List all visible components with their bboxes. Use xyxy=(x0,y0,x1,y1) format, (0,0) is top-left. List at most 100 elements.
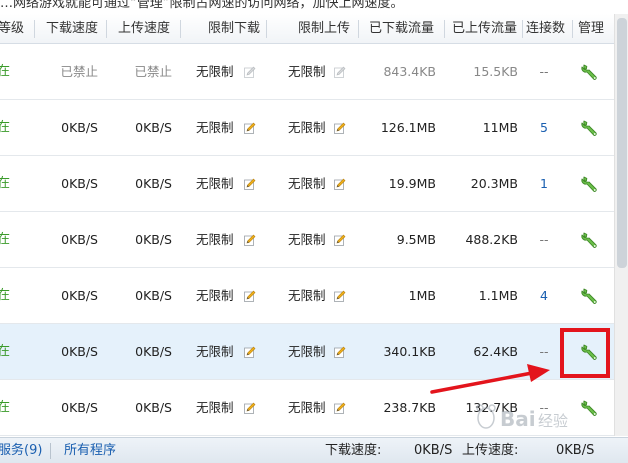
status-footer: 服务(9) 所有程序 下载速度: 0KB/S 上传速度: 0KB/S xyxy=(0,437,628,463)
connection-count: -- xyxy=(539,344,549,359)
uploaded-traffic: 488.2KB xyxy=(465,232,518,247)
upload-speed: 0KB/S xyxy=(135,288,172,303)
upload-limit: 无限制 xyxy=(288,288,326,303)
wrench-icon[interactable] xyxy=(580,62,600,82)
status-text: 在 xyxy=(0,400,11,415)
footer-upload-speed-label: 上传速度: xyxy=(462,443,519,458)
header-download-limit[interactable]: 限制下载 xyxy=(208,14,260,44)
status-text: 在 xyxy=(0,120,11,135)
edit-upload-limit-icon[interactable] xyxy=(334,66,346,78)
table-row[interactable]: 在 0KB/S 0KB/S 无限制 无限制 9.5MB 488.2KB -- xyxy=(0,212,614,268)
edit-download-limit-icon[interactable] xyxy=(244,346,256,358)
all-programs-tab[interactable]: 所有程序 xyxy=(64,438,116,463)
top-notice: …网络游戏就能可通过“管理”限制占网速的访问网络，加快上网速度。 xyxy=(0,0,628,10)
upload-speed: 0KB/S xyxy=(135,176,172,191)
edit-download-limit-icon[interactable] xyxy=(244,234,256,246)
download-limit: 无限制 xyxy=(196,400,234,415)
download-speed: 0KB/S xyxy=(61,288,98,303)
highlight-box xyxy=(560,328,610,378)
status-text: 在 xyxy=(0,64,11,79)
edit-download-limit-icon[interactable] xyxy=(244,66,256,78)
header-upload-speed[interactable]: 上传速度 xyxy=(118,14,170,44)
upload-speed: 0KB/S xyxy=(135,344,172,359)
table-row[interactable]: 在 0KB/S 0KB/S 无限制 无限制 1MB 1.1MB 4 xyxy=(0,268,614,324)
footer-download-speed-value: 0KB/S xyxy=(414,443,453,458)
vertical-scrollbar[interactable] xyxy=(614,14,628,436)
download-speed: 0KB/S xyxy=(61,120,98,135)
table-row[interactable]: 在 0KB/S 0KB/S 无限制 无限制 340.1KB 62.4KB -- xyxy=(0,324,614,380)
header-connections[interactable]: 连接数 xyxy=(526,14,565,44)
download-limit: 无限制 xyxy=(196,176,234,191)
downloaded-traffic: 238.7KB xyxy=(383,400,436,415)
download-limit: 无限制 xyxy=(196,344,234,359)
upload-limit: 无限制 xyxy=(288,400,326,415)
connection-count[interactable]: 4 xyxy=(534,268,554,324)
table-row[interactable]: 在 0KB/S 0KB/S 无限制 无限制 126.1MB 11MB 5 xyxy=(0,100,614,156)
wrench-icon[interactable] xyxy=(580,174,600,194)
edit-upload-limit-icon[interactable] xyxy=(334,234,346,246)
services-tab[interactable]: 服务(9) xyxy=(0,438,42,463)
download-limit: 无限制 xyxy=(196,232,234,247)
uploaded-traffic: 20.3MB xyxy=(470,176,518,191)
upload-speed: 已禁止 xyxy=(134,64,172,79)
uploaded-traffic: 62.4KB xyxy=(473,344,518,359)
uploaded-traffic: 11MB xyxy=(482,120,518,135)
notice-text: …网络游戏就能可通过“管理”限制占网速的访问网络，加快上网速度。 xyxy=(0,0,404,10)
download-speed: 已禁止 xyxy=(60,64,98,79)
connection-count: -- xyxy=(539,232,549,247)
download-speed: 0KB/S xyxy=(61,344,98,359)
edit-download-limit-icon[interactable] xyxy=(244,290,256,302)
downloaded-traffic: 126.1MB xyxy=(380,120,436,135)
upload-limit: 无限制 xyxy=(288,176,326,191)
download-speed: 0KB/S xyxy=(61,232,98,247)
status-text: 在 xyxy=(0,232,11,247)
header-level[interactable]: 等级 xyxy=(0,14,24,44)
uploaded-traffic: 15.5KB xyxy=(473,64,518,79)
status-text: 在 xyxy=(0,344,11,359)
download-speed: 0KB/S xyxy=(61,176,98,191)
edit-upload-limit-icon[interactable] xyxy=(334,122,346,134)
table-row[interactable]: 在 0KB/S 0KB/S 无限制 无限制 19.9MB 20.3MB 1 xyxy=(0,156,614,212)
download-limit: 无限制 xyxy=(196,288,234,303)
watermark-logo: Bai 经验 xyxy=(476,404,568,431)
download-limit: 无限制 xyxy=(196,120,234,135)
upload-limit: 无限制 xyxy=(288,120,326,135)
header-upload-limit[interactable]: 限制上传 xyxy=(298,14,350,44)
download-limit: 无限制 xyxy=(196,64,234,79)
edit-download-limit-icon[interactable] xyxy=(244,178,256,190)
connection-count[interactable]: 5 xyxy=(534,100,554,156)
upload-speed: 0KB/S xyxy=(135,232,172,247)
header-uploaded[interactable]: 已上传流量 xyxy=(452,14,517,44)
table-header: 等级 下载速度 上传速度 限制下载 限制上传 已下载流量 已上传流量 连接数 管… xyxy=(0,14,614,44)
footer-download-speed-label: 下载速度: xyxy=(325,443,382,458)
edit-upload-limit-icon[interactable] xyxy=(334,402,346,414)
wrench-icon[interactable] xyxy=(580,230,600,250)
svg-text:经验: 经验 xyxy=(538,412,568,430)
connection-count[interactable]: 1 xyxy=(534,156,554,212)
edit-upload-limit-icon[interactable] xyxy=(334,290,346,302)
header-download-speed[interactable]: 下载速度 xyxy=(46,14,98,44)
header-downloaded[interactable]: 已下载流量 xyxy=(369,14,434,44)
edit-download-limit-icon[interactable] xyxy=(244,122,256,134)
header-manage[interactable]: 管理 xyxy=(578,14,604,44)
edit-download-limit-icon[interactable] xyxy=(244,402,256,414)
upload-limit: 无限制 xyxy=(288,344,326,359)
edit-upload-limit-icon[interactable] xyxy=(334,346,346,358)
upload-speed: 0KB/S xyxy=(135,120,172,135)
connection-count: -- xyxy=(539,64,549,79)
wrench-icon[interactable] xyxy=(580,286,600,306)
table-row[interactable]: 在 已禁止 已禁止 无限制 无限制 843.4KB 15.5KB -- xyxy=(0,44,614,100)
wrench-icon[interactable] xyxy=(580,118,600,138)
upload-limit: 无限制 xyxy=(288,232,326,247)
download-speed: 0KB/S xyxy=(61,400,98,415)
downloaded-traffic: 1MB xyxy=(408,288,436,303)
edit-upload-limit-icon[interactable] xyxy=(334,178,346,190)
status-text: 在 xyxy=(0,176,11,191)
process-table: 在已禁止 已禁止 无限制 无限制 843.4KB 15.5KB -- 在 0KB/S 0KB/S 无… xyxy=(0,44,614,436)
upload-speed: 0KB/S xyxy=(135,400,172,415)
status-text: 在 xyxy=(0,288,11,303)
scroll-thumb[interactable] xyxy=(617,18,627,268)
downloaded-traffic: 9.5MB xyxy=(396,232,436,247)
uploaded-traffic: 1.1MB xyxy=(478,288,518,303)
svg-text:Bai: Bai xyxy=(500,407,536,431)
